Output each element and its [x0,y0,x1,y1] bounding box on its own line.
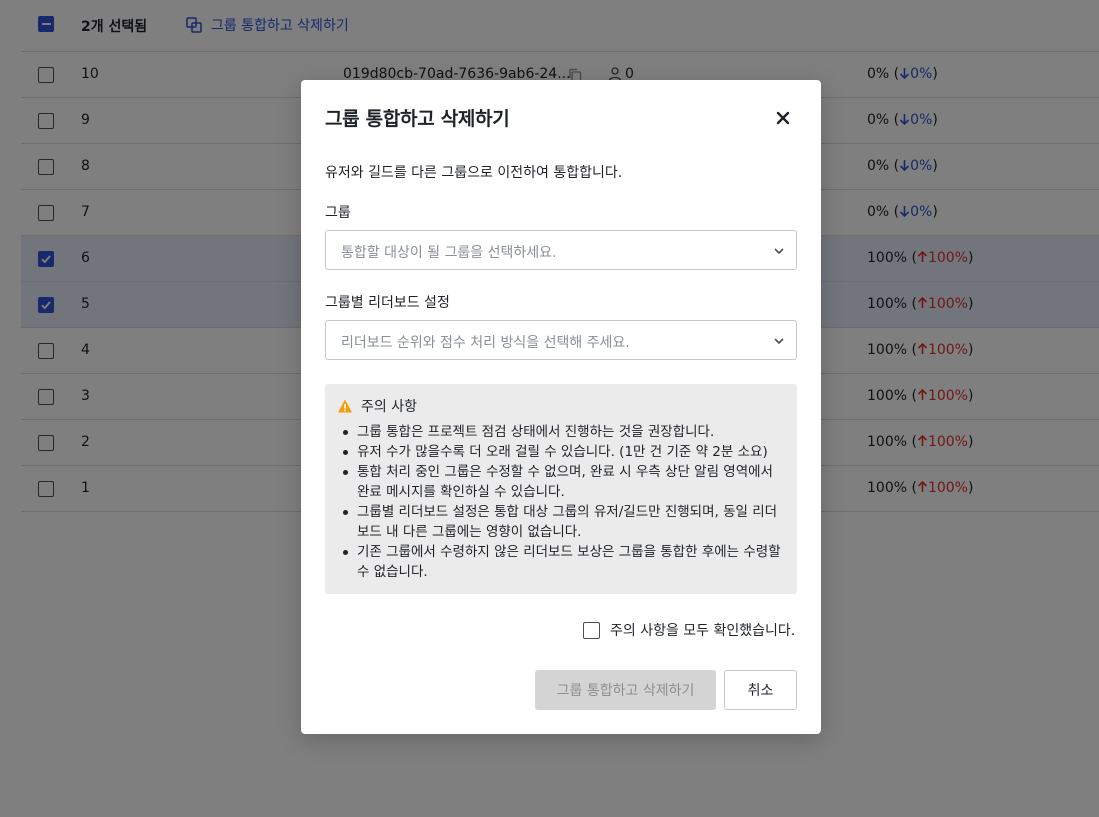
cancel-button[interactable]: 취소 [724,670,797,710]
notice-item: 유저 수가 많을수록 더 오래 걸릴 수 있습니다. (1만 건 기준 약 2분… [337,442,789,462]
merge-and-delete-button[interactable]: 그룹 통합하고 삭제하기 [535,670,716,710]
notice-title: 주의 사항 [361,399,417,415]
notice-item: 통합 처리 중인 그룹은 수정할 수 없으며, 완료 시 우측 상단 알림 영역… [337,462,789,502]
close-button[interactable] [771,106,795,130]
confirm-notice-label: 주의 사항을 모두 확인했습니다. [610,623,796,639]
merge-group-dialog: 그룹 통합하고 삭제하기 유저와 길드를 다른 그룹으로 이전하여 통합합니다.… [301,80,821,734]
chevron-down-icon [774,338,784,345]
chevron-down-icon [774,248,784,255]
group-field-label: 그룹 [325,205,351,221]
group-select-placeholder: 통합할 대상이 될 그룹을 선택하세요. [341,245,557,261]
notice-header: 주의 사항 [337,396,417,416]
leaderboard-select[interactable]: 리더보드 순위와 점수 처리 방식을 선택해 주세요. [325,320,797,360]
dialog-description: 유저와 길드를 다른 그룹으로 이전하여 통합합니다. [325,165,623,181]
confirm-notice-checkbox[interactable] [583,621,600,639]
notice-box: 주의 사항 그룹 통합은 프로젝트 점검 상태에서 진행하는 것을 권장합니다.… [325,384,797,594]
notice-item: 기존 그룹에서 수령하지 않은 리더보드 보상은 그룹을 통합한 후에는 수령할… [337,542,789,582]
confirm-notice-checkbox-row[interactable]: 주의 사항을 모두 확인했습니다. [583,620,795,640]
group-select[interactable]: 통합할 대상이 될 그룹을 선택하세요. [325,230,797,270]
notice-item: 그룹별 리더보드 설정은 통합 대상 그룹의 유저/길드만 진행되며, 동일 리… [337,502,789,542]
leaderboard-select-placeholder: 리더보드 순위와 점수 처리 방식을 선택해 주세요. [341,335,630,351]
dialog-title: 그룹 통합하고 삭제하기 [325,108,510,130]
close-icon [776,111,790,125]
warning-icon [338,399,352,413]
notice-item: 그룹 통합은 프로젝트 점검 상태에서 진행하는 것을 권장합니다. [337,422,789,442]
leaderboard-field-label: 그룹별 리더보드 설정 [325,295,450,311]
notice-list: 그룹 통합은 프로젝트 점검 상태에서 진행하는 것을 권장합니다. 유저 수가… [337,422,789,582]
